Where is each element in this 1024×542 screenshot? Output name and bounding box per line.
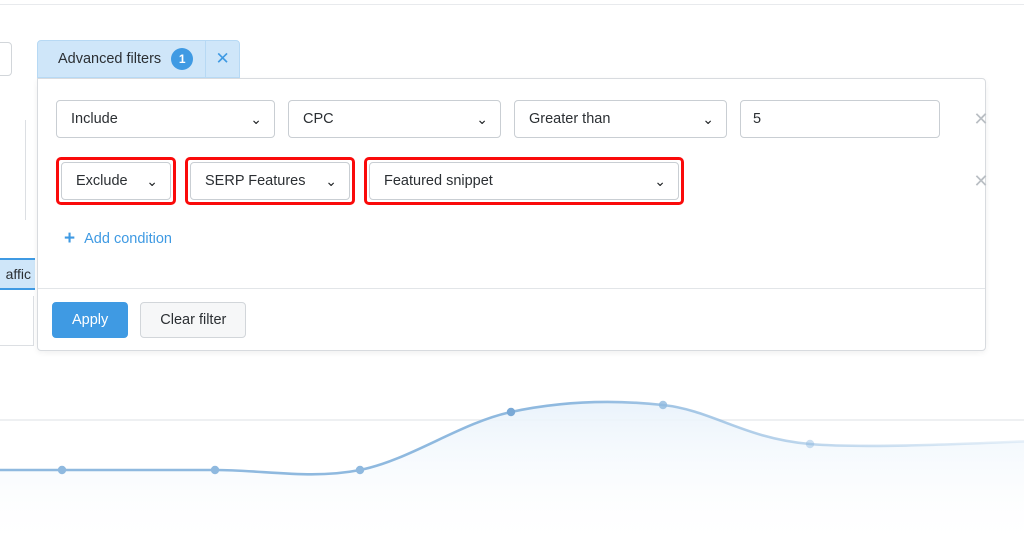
apply-button[interactable]: Apply xyxy=(52,302,128,338)
condition-operator-select[interactable]: Include ⌄ xyxy=(56,100,275,138)
condition-value-text: 5 xyxy=(753,111,761,127)
highlight-box-field: SERP Features ⌄ xyxy=(185,157,355,205)
remove-condition-icon[interactable]: ✕ xyxy=(971,172,991,190)
highlight-box-operator: Exclude ⌄ xyxy=(56,157,176,205)
chevron-down-icon: ⌄ xyxy=(654,174,666,188)
condition-value-text: Featured snippet xyxy=(384,173,493,189)
chevron-down-icon: ⌄ xyxy=(250,112,262,126)
active-filter-count-badge: 1 xyxy=(171,48,193,70)
remove-condition-icon[interactable]: ✕ xyxy=(971,110,991,128)
panel-footer: Apply Clear filter xyxy=(38,288,985,350)
advanced-filters-panel: Include ⌄ CPC ⌄ Greater than ⌄ 5 ✕ xyxy=(37,78,986,351)
left-dropdown-button[interactable]: ✔ xyxy=(0,42,12,76)
condition-row: Include ⌄ CPC ⌄ Greater than ⌄ 5 ✕ xyxy=(56,97,967,141)
chart-data-point xyxy=(58,466,66,474)
chart-data-point xyxy=(806,440,814,448)
advanced-filters-tab-main[interactable]: Advanced filters 1 xyxy=(38,41,205,77)
chart-data-point xyxy=(356,466,364,474)
traffic-column-chip[interactable]: affic xyxy=(0,258,35,290)
close-icon[interactable]: ✕ xyxy=(205,41,239,77)
condition-field-value: CPC xyxy=(303,111,334,127)
chart-data-point xyxy=(507,408,515,416)
advanced-filters-label: Advanced filters xyxy=(58,51,161,67)
add-condition-label: Add condition xyxy=(84,231,172,247)
vertical-divider xyxy=(25,120,26,220)
check-icon: ✔ xyxy=(0,52,1,67)
condition-comparator-value: Greater than xyxy=(529,111,610,127)
condition-operator-value: Include xyxy=(71,111,118,127)
condition-value-input[interactable]: 5 xyxy=(740,100,940,138)
clear-filter-button[interactable]: Clear filter xyxy=(140,302,246,338)
conditions-list: Include ⌄ CPC ⌄ Greater than ⌄ 5 ✕ xyxy=(38,79,985,249)
chevron-down-icon: ⌄ xyxy=(146,174,158,188)
chevron-down-icon: ⌄ xyxy=(702,112,714,126)
trend-chart-svg xyxy=(0,360,1024,542)
condition-value-select[interactable]: Featured snippet ⌄ xyxy=(369,162,679,200)
condition-field-select[interactable]: CPC ⌄ xyxy=(288,100,501,138)
chevron-down-icon: ⌄ xyxy=(476,112,488,126)
chevron-down-icon: ⌄ xyxy=(325,174,337,188)
condition-operator-select[interactable]: Exclude ⌄ xyxy=(61,162,171,200)
chart-data-point xyxy=(211,466,219,474)
highlight-box-value: Featured snippet ⌄ xyxy=(364,157,684,205)
condition-operator-value: Exclude xyxy=(76,173,128,189)
condition-field-value: SERP Features xyxy=(205,173,305,189)
plus-icon: + xyxy=(64,229,75,248)
screen-root: ✔ affic Advanced filters 1 ✕ Include ⌄ C… xyxy=(0,0,1024,542)
advanced-filters-tab[interactable]: Advanced filters 1 ✕ xyxy=(37,40,240,78)
condition-row: Exclude ⌄ SERP Features ⌄ Featured snipp… xyxy=(56,159,967,203)
condition-field-select[interactable]: SERP Features ⌄ xyxy=(190,162,350,200)
left-panel-fragment xyxy=(0,296,34,346)
chart-data-point xyxy=(659,401,667,409)
top-divider xyxy=(0,4,1024,5)
condition-comparator-select[interactable]: Greater than ⌄ xyxy=(514,100,727,138)
add-condition-button[interactable]: + Add condition xyxy=(64,229,172,248)
trend-chart xyxy=(0,360,1024,542)
chart-area-fill xyxy=(0,402,1024,542)
